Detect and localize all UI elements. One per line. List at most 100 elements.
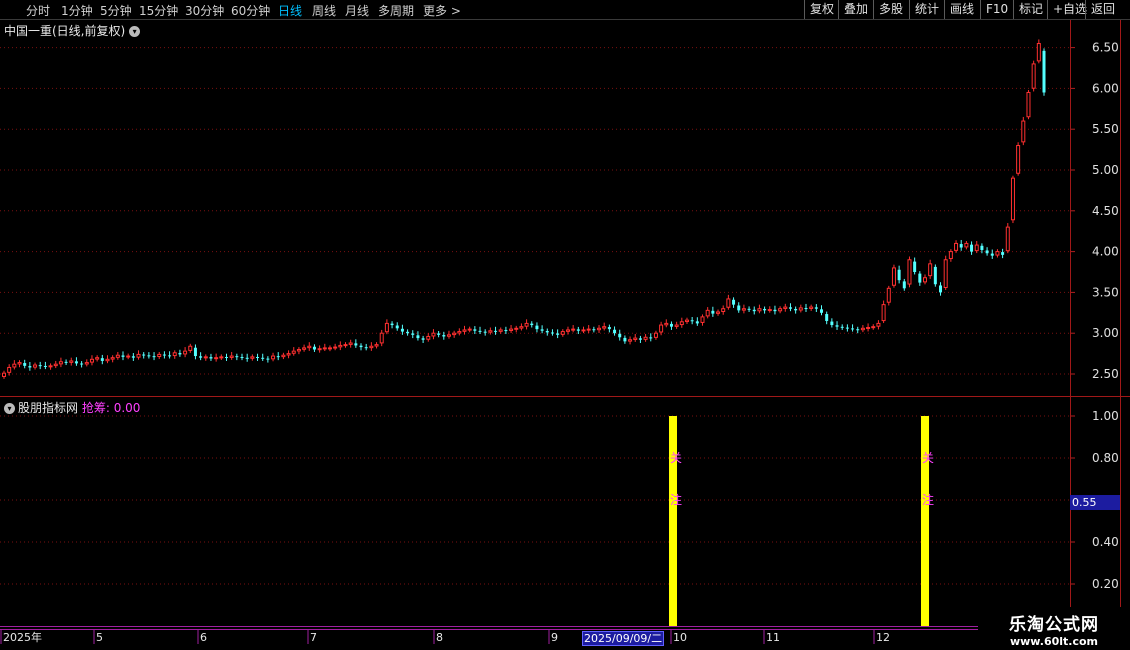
site-watermark: 乐淘公式网 www.60lt.com <box>978 607 1130 650</box>
indicator-bar <box>669 416 677 626</box>
candle-body <box>954 242 959 251</box>
candle-body <box>229 355 234 358</box>
candle-body <box>741 308 746 311</box>
candle-body <box>985 250 989 254</box>
indicator-bar-label: 关 <box>670 451 682 465</box>
candle-body <box>64 361 68 363</box>
cursor-value-badge: 0.55 <box>1070 495 1120 510</box>
candle-body <box>1001 252 1005 255</box>
candle-body <box>488 330 493 333</box>
candle-body <box>943 259 948 289</box>
candle-body <box>576 329 580 331</box>
candle-body <box>964 242 969 248</box>
indicator-name[interactable]: 股朋指标网 <box>18 401 78 415</box>
candle-body <box>845 327 849 329</box>
chart-title: 中国一重(日线,前复权) ▾ <box>4 22 141 39</box>
candle-body <box>809 306 814 309</box>
candle-body <box>700 316 705 323</box>
candle-body <box>773 309 777 312</box>
time-axis-label: 5 <box>96 631 103 644</box>
candle-body <box>705 309 710 317</box>
candle-body <box>121 355 125 357</box>
candle-body <box>89 358 94 363</box>
chevron-down-icon[interactable]: ▾ <box>4 403 15 414</box>
candle-body <box>794 308 798 311</box>
candle-body <box>1016 145 1021 174</box>
candle-body <box>256 356 260 358</box>
candle-body <box>524 322 529 327</box>
candle-body <box>473 329 477 331</box>
candle-body <box>907 259 912 285</box>
kline-chart[interactable]: 关注 关注 2.50 3.00 3.50 4.00 4.50 5.00 5.50 6.00 6.5… <box>0 0 1130 650</box>
candle-body <box>136 353 141 358</box>
candle-body <box>1042 50 1046 93</box>
candle-body <box>726 298 731 308</box>
candle-body <box>623 337 627 342</box>
candle-body <box>897 269 901 281</box>
candle-body <box>147 355 151 357</box>
candle-body <box>747 308 751 310</box>
candle-body <box>798 307 803 311</box>
candle-body <box>178 353 182 355</box>
indicator-bar-label: 注 <box>922 492 934 507</box>
candle-body <box>467 328 472 331</box>
candle-body <box>172 352 177 357</box>
stock-title: 中国一重(日线,前复权) <box>4 24 126 38</box>
indicator-axis-label: 0.80 <box>1092 451 1119 465</box>
candle-body <box>115 354 120 358</box>
candle-body <box>669 323 673 327</box>
candle-body <box>317 348 322 351</box>
candle-body <box>271 355 276 360</box>
candle-body <box>939 285 943 293</box>
candle-body <box>933 266 937 285</box>
candle-body <box>322 347 327 350</box>
candle-body <box>974 244 979 252</box>
indicator-axis-label: 0.40 <box>1092 535 1119 549</box>
candle-body <box>296 349 301 352</box>
candle-body <box>995 251 1000 256</box>
candle-body <box>607 327 611 330</box>
candle-body <box>519 326 524 329</box>
time-axis-label: 8 <box>436 631 443 644</box>
candle-body <box>814 307 818 309</box>
cursor-date-badge: 2025/09/09/二 <box>582 631 665 646</box>
candle-body <box>457 331 462 334</box>
indicator-value-label: 抢筹: 0.00 <box>81 401 141 415</box>
candle-body <box>550 332 554 334</box>
candle-body <box>219 356 224 359</box>
price-axis: 2.50 3.00 3.50 4.00 4.50 5.00 5.50 6.00 6.50 <box>1070 41 1119 381</box>
candle-body <box>737 305 741 311</box>
candle-body <box>69 360 74 363</box>
chevron-down-icon[interactable]: ▾ <box>129 26 141 37</box>
candle-body <box>830 321 834 326</box>
candle-body <box>928 263 933 277</box>
candle-body <box>395 325 399 329</box>
candle-body <box>157 353 162 357</box>
price-axis-label: 4.50 <box>1092 204 1119 218</box>
candle-body <box>922 277 927 283</box>
candle-body <box>767 309 772 312</box>
candle-body <box>653 332 658 338</box>
candle-body <box>514 327 519 330</box>
candle-body <box>333 346 338 349</box>
candle-body <box>820 309 824 313</box>
candle-body <box>752 309 756 312</box>
candle-body <box>633 337 638 340</box>
price-axis-label: 6.50 <box>1092 41 1119 55</box>
candle-body <box>384 322 389 333</box>
candle-body <box>406 331 410 334</box>
candle-body <box>84 362 89 365</box>
grid <box>0 47 1070 585</box>
candle-body <box>871 326 876 329</box>
indicator-bar-label: 关 <box>922 451 934 465</box>
candle-body <box>240 356 244 358</box>
candle-body <box>498 329 503 332</box>
time-axis-label: 2025年 <box>3 630 42 644</box>
candle-body <box>235 356 239 358</box>
candle-body <box>913 261 917 272</box>
candle-body <box>23 363 27 366</box>
candle-body <box>695 321 699 324</box>
candle-body <box>716 311 721 314</box>
candle-body <box>597 327 602 331</box>
watermark-line2: www.60lt.com <box>1009 635 1099 648</box>
